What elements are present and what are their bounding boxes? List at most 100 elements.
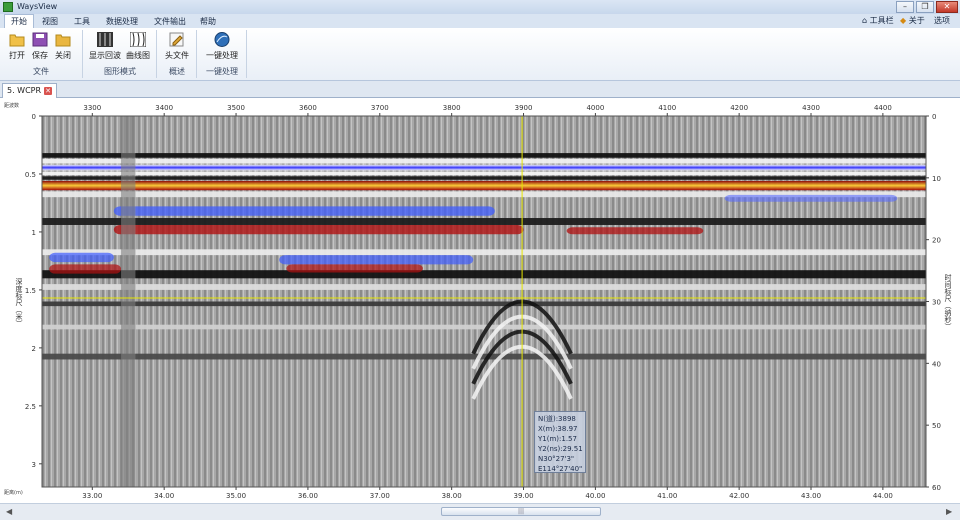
app-icon: [3, 2, 13, 12]
menu-help[interactable]: 帮助: [194, 15, 222, 28]
menu-tools[interactable]: 工具: [68, 15, 96, 28]
toolbar-toggle[interactable]: ⌂ 工具栏: [862, 15, 894, 27]
left-tick-label: 0.5: [25, 171, 36, 179]
radargram-chart[interactable]: 3300 3400 3500 3600 3700 3800 3900 4000 4100 4200…: [0, 98, 960, 503]
left-tick-label: 1.5: [25, 287, 36, 295]
left-tick-label: 0: [32, 113, 36, 121]
top-tick-label: 3300: [83, 104, 101, 112]
document-tab[interactable]: 5. WCPR ✕: [2, 83, 58, 98]
red-reflector: [49, 264, 122, 274]
app-title: WaysView: [17, 2, 58, 11]
ribbon: 打开 保存 关闭 文件 显示回波 曲线图 图形模式 头文件 概述 一键处理 一键…: [0, 28, 960, 81]
save-icon: [32, 32, 48, 47]
bottom-tick-label: 37.00: [370, 492, 390, 500]
reflection-band: [42, 301, 926, 307]
bottom-tick-label: 41.00: [657, 492, 677, 500]
bottom-tick-label: 40.00: [585, 492, 605, 500]
trace-disturbance: [121, 116, 136, 487]
reflection-band: [42, 164, 926, 171]
top-tick-label: 3600: [299, 104, 317, 112]
curve-chart-button[interactable]: 曲线图: [123, 32, 153, 66]
bottom-tick-label: 35.00: [226, 492, 246, 500]
top-tick-label: 4300: [802, 104, 820, 112]
top-tick-label: 3800: [443, 104, 461, 112]
group-overview-label: 概述: [169, 67, 185, 76]
menu-home[interactable]: 开始: [4, 14, 34, 28]
document-tab-strip: 5. WCPR ✕: [0, 81, 960, 98]
menu-file-output[interactable]: 文件输出: [148, 15, 192, 28]
one-click-process-label: 一键处理: [206, 51, 238, 60]
reflection-band: [42, 270, 926, 279]
group-graph-mode-label: 图形模式: [104, 67, 136, 76]
top-tick-label: 3400: [155, 104, 173, 112]
blue-reflector: [49, 252, 114, 263]
menu-view[interactable]: 视图: [36, 15, 64, 28]
title-bar: WaysView – ❐ ✕: [0, 0, 960, 14]
ribbon-group-graph-mode: 显示回波 曲线图 图形模式: [84, 30, 157, 78]
header-file-button[interactable]: 头文件: [162, 32, 192, 66]
scrollbar-thumb[interactable]: |||: [441, 507, 601, 516]
top-tick-label: 3500: [227, 104, 245, 112]
reflection-band: [42, 353, 926, 360]
wiggle-display-icon: [97, 32, 113, 47]
document-tab-label: 5. WCPR: [7, 86, 42, 95]
show-wave-button[interactable]: 显示回波: [89, 32, 121, 66]
left-tick-label: 1: [32, 229, 36, 237]
minimize-button[interactable]: –: [896, 1, 914, 13]
left-tick-label: 2.5: [25, 403, 36, 411]
scroll-left-icon[interactable]: ◀: [6, 507, 12, 516]
edit-document-icon: [169, 32, 184, 47]
folder-open-icon: [9, 34, 25, 47]
blue-reflector: [724, 194, 898, 202]
left-tick-label: 3: [32, 461, 36, 469]
blue-reflector: [279, 255, 474, 265]
reflection-band: [42, 284, 926, 290]
top-tick-label: 4000: [586, 104, 604, 112]
tab-close-icon[interactable]: ✕: [44, 87, 53, 95]
readout-longitude: E114°27'40": [538, 465, 583, 473]
top-tick-label: 3900: [515, 104, 533, 112]
one-click-process-button[interactable]: 一键处理: [204, 32, 240, 66]
readout-trace: N(道):3898: [538, 415, 576, 423]
left-tick-label: 2: [32, 345, 36, 353]
about-link[interactable]: ◆ 关于: [900, 15, 925, 27]
right-tick-label: 50: [932, 422, 941, 430]
close-file-label: 关闭: [55, 51, 71, 60]
right-tick-label: 60: [932, 484, 941, 492]
readout-y1: Y1(m):1.57: [538, 435, 577, 443]
reflection-band: [42, 153, 926, 158]
bottom-tick-label: 42.00: [729, 492, 749, 500]
horizontal-scrollbar[interactable]: ◀ ||| ▶: [0, 503, 960, 520]
cursor-readout-tooltip: N(道):3898 X(m):38.97 Y1(m):1.57 Y2(ns):2…: [534, 411, 586, 473]
right-tick-label: 30: [932, 299, 941, 307]
close-button[interactable]: ✕: [936, 1, 958, 13]
right-tick-label: 20: [932, 237, 941, 245]
group-one-click-label: 一键处理: [206, 67, 238, 76]
reflection-band: [42, 180, 926, 191]
curve-chart-icon: [130, 32, 146, 47]
menu-data-processing[interactable]: 数据处理: [100, 15, 144, 28]
right-tick-label: 40: [932, 360, 941, 368]
ribbon-group-file: 打开 保存 关闭 文件: [0, 30, 83, 78]
bottom-tick-label: 39.00: [514, 492, 534, 500]
close-file-button[interactable]: 关闭: [48, 32, 78, 66]
readout-x: X(m):38.97: [538, 425, 578, 433]
top-tick-label: 3700: [371, 104, 389, 112]
reflection-band: [42, 218, 926, 225]
toolbar-label: 工具栏: [869, 16, 894, 25]
top-tick-label: 4200: [730, 104, 748, 112]
globe-process-icon: [214, 32, 230, 47]
menu-bar: 开始 视图 工具 数据处理 文件输出 帮助 ⌂ 工具栏 ◆ 关于 选项: [0, 14, 960, 29]
bottom-tick-label: 43.00: [801, 492, 821, 500]
scroll-right-icon[interactable]: ▶: [946, 507, 952, 516]
restore-button[interactable]: ❐: [916, 1, 934, 13]
group-file-label: 文件: [33, 67, 49, 76]
bottom-tick-label: 33.00: [82, 492, 102, 500]
red-reflector: [286, 264, 423, 273]
curve-chart-label: 曲线图: [126, 51, 150, 60]
bottom-tick-label: 44.00: [873, 492, 893, 500]
reflection-band: [42, 176, 926, 180]
readout-y2: Y2(ns):29.51: [538, 445, 583, 453]
radargram-panel: 距波数 距离(m) 深度标尺（米） 时间标尺（纳秒） 3300 3400 3500 3…: [0, 98, 960, 503]
options-link[interactable]: 选项: [934, 15, 950, 27]
